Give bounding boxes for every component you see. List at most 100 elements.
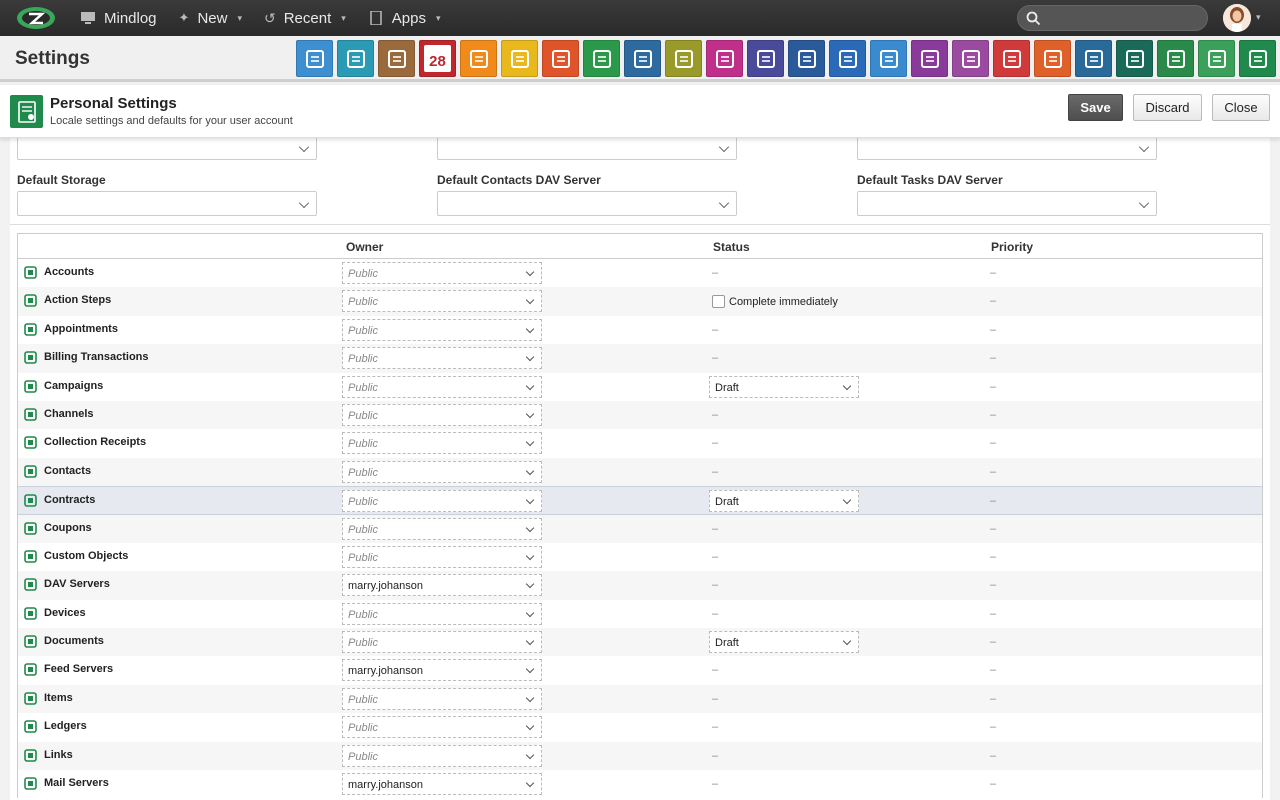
complete-immediately-checkbox[interactable]: Complete immediately bbox=[712, 295, 838, 309]
handshake-icon[interactable] bbox=[952, 40, 989, 77]
recycle-icon[interactable] bbox=[829, 40, 866, 77]
bookmark-icon[interactable] bbox=[624, 40, 661, 77]
database-icon[interactable] bbox=[1239, 40, 1276, 77]
owner-select[interactable]: marry.johanson bbox=[342, 659, 542, 682]
owner-select[interactable]: Public bbox=[342, 403, 542, 426]
owner-select[interactable]: Public bbox=[342, 347, 542, 370]
status-select[interactable]: Draft bbox=[709, 631, 859, 654]
avatar[interactable] bbox=[1223, 4, 1251, 32]
table-row[interactable]: Collection Receipts Public – – bbox=[18, 429, 1262, 457]
truck-icon[interactable] bbox=[788, 40, 825, 77]
cash-stack-icon[interactable] bbox=[1157, 40, 1194, 77]
owner-select[interactable]: Public bbox=[342, 517, 542, 540]
owner-select[interactable]: Public bbox=[342, 687, 542, 710]
owner-select[interactable]: Public bbox=[342, 375, 542, 398]
hand-truck-icon[interactable] bbox=[1116, 40, 1153, 77]
default-storage-select[interactable] bbox=[17, 191, 317, 216]
email-address-icon[interactable] bbox=[337, 40, 374, 77]
table-row[interactable]: Accounts Public – – bbox=[18, 259, 1262, 287]
calendar-icon[interactable]: 28 bbox=[419, 40, 456, 77]
owner-value: Public bbox=[348, 750, 378, 763]
owner-select[interactable]: marry.johanson bbox=[342, 773, 542, 796]
status-empty: – bbox=[712, 323, 719, 336]
owner-select[interactable]: Public bbox=[342, 432, 542, 455]
owner-select[interactable]: Public bbox=[342, 460, 542, 483]
owner-select[interactable]: Public bbox=[342, 602, 542, 625]
chevron-down-icon bbox=[525, 551, 535, 561]
owner-select[interactable]: Public bbox=[342, 490, 542, 513]
chevron-down-icon[interactable]: ▾ bbox=[1256, 12, 1261, 23]
panel-title: Personal Settings bbox=[50, 95, 177, 112]
table-row[interactable]: Contacts Public – – bbox=[18, 457, 1262, 487]
locale-select-2[interactable] bbox=[437, 138, 737, 160]
owner-select[interactable]: Public bbox=[342, 744, 542, 767]
table-row[interactable]: Documents Public Draft – bbox=[18, 628, 1262, 657]
owner-select[interactable]: Public bbox=[342, 290, 542, 313]
stopwatch-icon[interactable] bbox=[460, 40, 497, 77]
table-row[interactable]: Items Public – – bbox=[18, 684, 1262, 714]
notes-icon[interactable] bbox=[583, 40, 620, 77]
status-select[interactable]: Draft bbox=[709, 375, 859, 398]
locale-select-1[interactable] bbox=[17, 138, 317, 160]
price-tag-icon[interactable] bbox=[1198, 40, 1235, 77]
table-row[interactable]: Appointments Public – – bbox=[18, 316, 1262, 344]
tasks-icon[interactable] bbox=[501, 40, 538, 77]
nav-apps[interactable]: Apps ▾ bbox=[368, 10, 441, 27]
priority-empty: – bbox=[990, 579, 997, 592]
documents-icon bbox=[24, 635, 37, 648]
nav-new[interactable]: ✦ New ▾ bbox=[179, 10, 242, 27]
download-icon[interactable] bbox=[1075, 40, 1112, 77]
search-icon bbox=[1026, 11, 1041, 26]
invoice-icon[interactable] bbox=[993, 40, 1030, 77]
table-row[interactable]: Links Public – – bbox=[18, 741, 1262, 771]
nav-mindlog[interactable]: Mindlog bbox=[80, 10, 157, 27]
locale-select-3[interactable] bbox=[857, 138, 1157, 160]
channels-icon bbox=[24, 408, 37, 421]
owner-select[interactable]: marry.johanson bbox=[342, 574, 542, 597]
table-row[interactable]: Campaigns Public Draft – bbox=[18, 373, 1262, 401]
table-row[interactable]: Feed Servers marry.johanson – – bbox=[18, 656, 1262, 684]
table-row[interactable]: Channels Public – – bbox=[18, 400, 1262, 430]
default-tasks-dav-select[interactable] bbox=[857, 191, 1157, 216]
table-row[interactable]: DAV Servers marry.johanson – – bbox=[18, 571, 1262, 600]
cashier-icon-glyph bbox=[715, 49, 734, 68]
nav-recent[interactable]: ↺ Recent ▾ bbox=[264, 10, 346, 27]
table-row[interactable]: Mail Servers marry.johanson – – bbox=[18, 770, 1262, 798]
owner-select[interactable]: Public bbox=[342, 545, 542, 568]
mail-icon[interactable] bbox=[296, 40, 333, 77]
priority-empty: – bbox=[990, 692, 997, 705]
table-row[interactable]: Coupons Public – – bbox=[18, 514, 1262, 543]
default-contacts-dav-select[interactable] bbox=[437, 191, 737, 216]
app-logo-icon[interactable] bbox=[14, 3, 58, 33]
owner-select[interactable]: Public bbox=[342, 262, 542, 284]
close-button[interactable]: Close bbox=[1212, 94, 1270, 121]
contacts-book-icon[interactable] bbox=[378, 40, 415, 77]
table-row[interactable]: Billing Transactions Public – – bbox=[18, 344, 1262, 373]
row-name: Channels bbox=[44, 407, 94, 420]
table-row[interactable]: Contracts Public Draft – bbox=[18, 486, 1262, 515]
search-input[interactable] bbox=[1017, 5, 1208, 31]
status-select[interactable]: Draft bbox=[709, 490, 859, 513]
priority-empty: – bbox=[990, 267, 997, 279]
document-icon[interactable] bbox=[665, 40, 702, 77]
discard-button[interactable]: Discard bbox=[1133, 94, 1202, 121]
table-row[interactable]: Action Steps Public Complete immediately – bbox=[18, 287, 1262, 316]
status-value: Draft bbox=[715, 496, 739, 509]
save-button[interactable]: Save bbox=[1068, 94, 1123, 121]
dollar-icon[interactable] bbox=[747, 40, 784, 77]
status-empty: – bbox=[712, 522, 719, 535]
checklist-folder-icon[interactable] bbox=[542, 40, 579, 77]
table-row[interactable]: Devices Public – – bbox=[18, 600, 1262, 628]
owner-value: Public bbox=[348, 551, 378, 564]
status-empty: – bbox=[712, 749, 719, 762]
money-bag-icon[interactable] bbox=[870, 40, 907, 77]
owner-select[interactable]: Public bbox=[342, 318, 542, 341]
row-name: Devices bbox=[44, 606, 86, 619]
table-row[interactable]: Ledgers Public – – bbox=[18, 713, 1262, 741]
contract-icon[interactable] bbox=[911, 40, 948, 77]
broadcast-icon[interactable] bbox=[1034, 40, 1071, 77]
cashier-icon[interactable] bbox=[706, 40, 743, 77]
owner-select[interactable]: Public bbox=[342, 631, 542, 654]
table-row[interactable]: Custom Objects Public – – bbox=[18, 543, 1262, 571]
owner-select[interactable]: Public bbox=[342, 716, 542, 739]
